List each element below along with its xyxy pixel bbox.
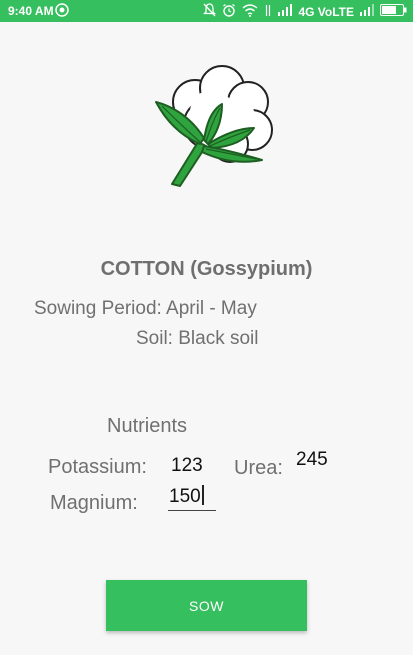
magnesium-value: 150 <box>169 485 204 508</box>
status-time: 9:40 AM <box>8 4 54 18</box>
signal-icon <box>278 4 293 19</box>
urea-value: 245 <box>296 449 328 470</box>
magnesium-text: 150 <box>169 486 201 507</box>
network-type: 4G VoLTE <box>298 4 354 19</box>
battery-icon <box>380 4 407 19</box>
status-icons: 4G VoLTE <box>203 3 407 20</box>
text-cursor <box>201 485 204 505</box>
nutrients-heading: Nutrients <box>107 415 188 437</box>
potassium-label: Potassium: <box>48 456 147 478</box>
magnesium-label: Magnium: <box>50 492 138 514</box>
sow-button[interactable]: SOW <box>106 580 307 631</box>
soil-type: Soil: Black soil <box>136 328 259 349</box>
crop-title: COTTON (Gossypium) <box>100 258 313 280</box>
alarm-icon <box>222 3 236 20</box>
magnesium-underline <box>168 510 216 511</box>
cotton-plant-icon <box>150 62 278 188</box>
data-arrows-icon <box>264 4 272 20</box>
status-bar: 9:40 AM 4G VoLTE <box>0 0 413 22</box>
sowing-period: Sowing Period: April - May <box>34 298 257 319</box>
urea-label: Urea: <box>234 457 283 479</box>
potassium-value: 123 <box>171 455 203 476</box>
wifi-icon <box>242 3 258 20</box>
notification-off-icon <box>203 3 217 20</box>
signal-icon-2 <box>360 4 374 19</box>
app-notification-icon <box>55 3 69 20</box>
